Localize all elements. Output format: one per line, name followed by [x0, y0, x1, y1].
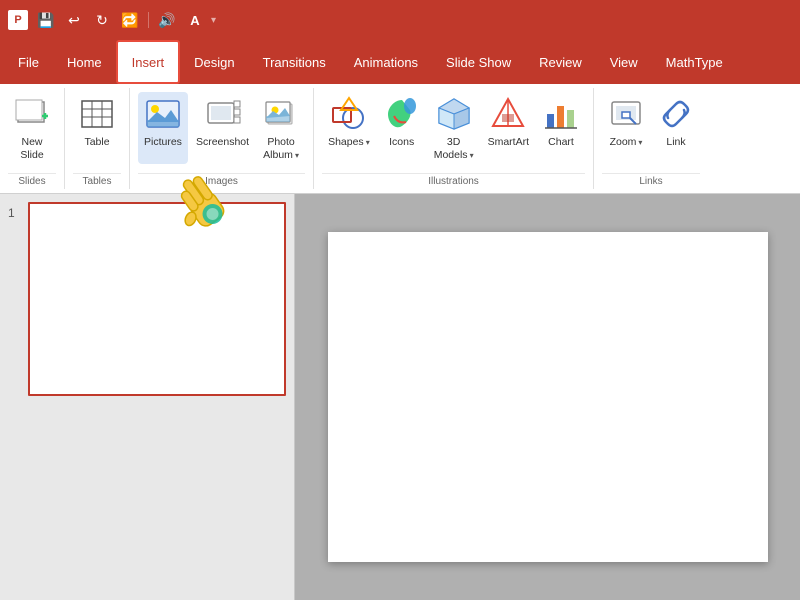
slide-thumb-row: 1 [8, 202, 286, 396]
photo-album-icon [263, 96, 299, 132]
new-slide-button[interactable]: NewSlide [8, 92, 56, 164]
menu-animations[interactable]: Animations [340, 40, 432, 84]
images-group-label: Images [138, 173, 305, 189]
icons-icon [384, 96, 420, 132]
slide-panel: 1 [0, 194, 295, 600]
link-label: Link [666, 136, 685, 149]
links-group-label: Links [602, 173, 700, 189]
chart-button[interactable]: Chart [537, 92, 585, 164]
quick-access-toolbar: 💾 ↩ ↻ 🔁 🔊 A ▾ [34, 8, 216, 32]
tables-group-content: Table [73, 88, 121, 173]
slide-number: 1 [8, 202, 22, 220]
ribbon-group-links: Zoom▾ Link Links [594, 88, 708, 189]
screenshot-button[interactable]: Screenshot [190, 92, 255, 164]
photo-album-button[interactable]: PhotoAlbum▾ [257, 92, 305, 164]
illustrations-group-content: Shapes▾ Icons [322, 88, 585, 173]
smartart-icon [490, 96, 526, 132]
shapes-label: Shapes▾ [328, 136, 370, 149]
ribbon: NewSlide Slides [0, 84, 800, 194]
3d-models-icon [436, 96, 472, 132]
pictures-label: Pictures [144, 136, 182, 149]
screenshot-icon [205, 96, 241, 132]
photo-album-label: PhotoAlbum▾ [263, 136, 299, 161]
icons-label: Icons [389, 136, 414, 149]
ribbon-group-slides: NewSlide Slides [0, 88, 65, 189]
customize-arrow[interactable]: ▾ [211, 15, 216, 26]
title-bar: P 💾 ↩ ↻ 🔁 🔊 A ▾ [0, 0, 800, 40]
screenshot-label: Screenshot [196, 136, 249, 149]
save-button[interactable]: 💾 [34, 8, 58, 32]
toolbar-divider [148, 12, 149, 28]
menu-view[interactable]: View [596, 40, 652, 84]
new-slide-label: NewSlide [20, 136, 43, 161]
speaker-button[interactable]: 🔊 [155, 8, 179, 32]
icons-button[interactable]: Icons [378, 92, 426, 164]
menu-design[interactable]: Design [180, 40, 248, 84]
main-area: 1 [0, 194, 800, 600]
ribbon-group-images: Pictures Screenshot [130, 88, 314, 189]
menu-bar: File Home Insert Design Transitions Anim… [0, 40, 800, 84]
menu-mathtype[interactable]: MathType [652, 40, 737, 84]
app-icon: P [8, 10, 28, 30]
zoom-button[interactable]: Zoom▾ [602, 92, 650, 164]
font-color-button[interactable]: A [183, 8, 207, 32]
links-group-content: Zoom▾ Link [602, 88, 700, 173]
new-slide-icon [14, 96, 50, 132]
undo-button[interactable]: ↩ [62, 8, 86, 32]
chart-label: Chart [548, 136, 574, 149]
illustrations-group-label: Illustrations [322, 173, 585, 189]
table-icon [79, 96, 115, 132]
smartart-button[interactable]: SmartArt [482, 92, 535, 164]
menu-review[interactable]: Review [525, 40, 596, 84]
shapes-button[interactable]: Shapes▾ [322, 92, 376, 164]
pictures-button[interactable]: Pictures [138, 92, 188, 164]
images-group-content: Pictures Screenshot [138, 88, 305, 173]
ribbon-group-illustrations: Shapes▾ Icons [314, 88, 594, 189]
link-icon [658, 96, 694, 132]
pictures-icon [145, 96, 181, 132]
menu-slideshow[interactable]: Slide Show [432, 40, 525, 84]
zoom-icon [608, 96, 644, 132]
ribbon-wrapper: NewSlide Slides [0, 84, 800, 194]
redo-button[interactable]: ↻ [90, 8, 114, 32]
zoom-label: Zoom▾ [610, 136, 643, 149]
ribbon-group-tables: Table Tables [65, 88, 130, 189]
slides-group-label: Slides [8, 173, 56, 189]
3d-models-label: 3DModels▾ [434, 136, 474, 161]
slides-group-content: NewSlide [8, 88, 56, 173]
link-button[interactable]: Link [652, 92, 700, 164]
repeat-button[interactable]: 🔁 [118, 8, 142, 32]
chart-icon [543, 96, 579, 132]
smartart-label: SmartArt [488, 136, 529, 149]
slide-canvas[interactable] [328, 232, 768, 562]
table-button[interactable]: Table [73, 92, 121, 164]
menu-file[interactable]: File [4, 40, 53, 84]
slide-thumbnail[interactable] [28, 202, 286, 396]
menu-transitions[interactable]: Transitions [249, 40, 340, 84]
3d-models-button[interactable]: 3DModels▾ [428, 92, 480, 164]
shapes-icon [331, 96, 367, 132]
canvas-area [295, 194, 800, 600]
table-label: Table [84, 136, 109, 149]
menu-home[interactable]: Home [53, 40, 116, 84]
menu-insert[interactable]: Insert [116, 40, 181, 84]
tables-group-label: Tables [73, 173, 121, 189]
